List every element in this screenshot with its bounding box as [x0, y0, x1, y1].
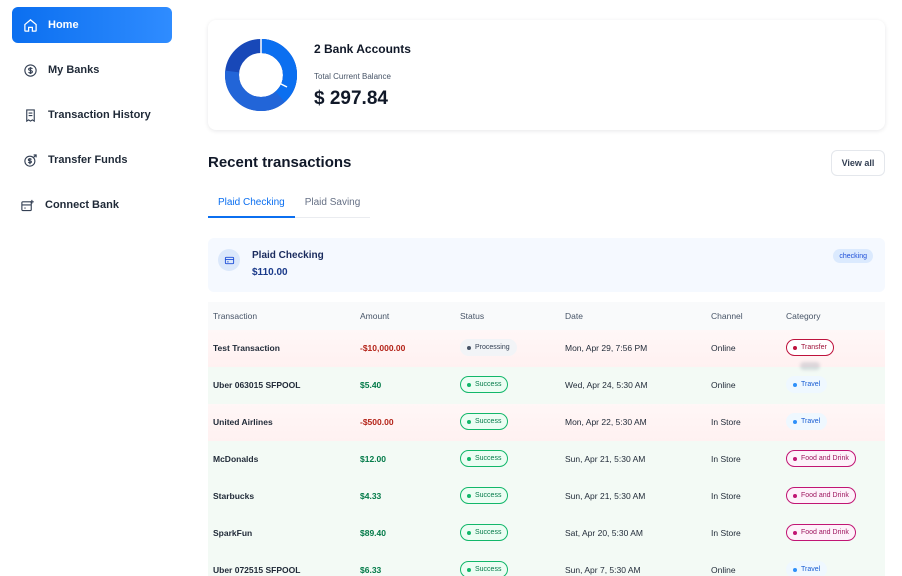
status-badge: Success: [460, 487, 509, 504]
category-badge: Travel: [786, 376, 828, 393]
header-status: Status: [460, 311, 485, 321]
transaction-amount: $89.40: [360, 528, 386, 538]
account-banner: Plaid Checking $110.00 checking: [208, 238, 885, 292]
header-date: Date: [565, 311, 583, 321]
sidebar-item-label: Connect Bank: [45, 199, 119, 211]
transaction-name: SparkFun: [213, 528, 253, 538]
transaction-amount: -$10,000.00: [360, 343, 406, 353]
recent-transactions-title: Recent transactions: [208, 154, 352, 171]
status-badge: Processing: [460, 339, 517, 356]
transaction-channel: In Store: [711, 491, 741, 501]
table-row[interactable]: Uber 072515 SFPOOL $6.33 Success Sun, Ap…: [208, 552, 885, 576]
category-badge: Food and Drink: [786, 450, 856, 467]
account-name: Plaid Checking: [252, 250, 324, 261]
table-row[interactable]: McDonalds $12.00 Success Sun, Apr 21, 5:…: [208, 441, 885, 478]
sidebar: Home My Banks Transaction History Transf…: [0, 0, 190, 576]
account-type-badge: checking: [833, 249, 873, 263]
transaction-date: Mon, Apr 22, 5:30 AM: [565, 417, 647, 427]
category-badge: Transfer: [786, 339, 834, 356]
table-header: Transaction Amount Status Date Channel C…: [208, 302, 885, 330]
transactions-table: Transaction Amount Status Date Channel C…: [208, 302, 885, 576]
transaction-channel: In Store: [711, 417, 741, 427]
transaction-channel: In Store: [711, 528, 741, 538]
table-row[interactable]: SparkFun $89.40 Success Sat, Apr 20, 5:3…: [208, 515, 885, 552]
account-tabs: Plaid Checking Plaid Saving: [208, 194, 371, 218]
transaction-date: Sun, Apr 7, 5:30 AM: [565, 565, 641, 575]
account-balance: $110.00: [252, 267, 288, 278]
sidebar-item-my-banks[interactable]: My Banks: [12, 52, 172, 88]
status-badge: Success: [460, 524, 509, 541]
connect-bank-icon: [19, 197, 35, 213]
sidebar-item-label: Transaction History: [48, 109, 151, 121]
sidebar-item-label: My Banks: [48, 64, 100, 76]
transaction-channel: Online: [711, 343, 736, 353]
transaction-date: Sun, Apr 21, 5:30 AM: [565, 491, 646, 501]
status-badge: Success: [460, 450, 509, 467]
header-channel: Channel: [711, 311, 743, 321]
receipt-icon: [22, 107, 38, 123]
transaction-channel: Online: [711, 565, 736, 575]
bank-card-icon: [218, 249, 240, 271]
transaction-date: Sun, Apr 21, 5:30 AM: [565, 454, 646, 464]
transaction-name: United Airlines: [213, 417, 273, 427]
status-badge: Success: [460, 561, 509, 576]
bank-accounts-count: 2 Bank Accounts: [314, 42, 411, 56]
status-badge: Success: [460, 376, 509, 393]
view-all-button[interactable]: View all: [831, 150, 885, 176]
category-badge: Travel: [786, 413, 828, 430]
transaction-amount: $12.00: [360, 454, 386, 464]
home-icon: [22, 17, 38, 33]
transaction-name: McDonalds: [213, 454, 259, 464]
header-amount: Amount: [360, 311, 390, 321]
total-balance-label: Total Current Balance: [314, 72, 391, 81]
sidebar-item-home[interactable]: Home: [12, 7, 172, 43]
balance-donut-chart: [225, 38, 297, 111]
header-transaction: Transaction: [213, 311, 258, 321]
transaction-channel: Online: [711, 380, 736, 390]
category-badge: Travel: [786, 561, 828, 576]
transaction-name: Uber 063015 SFPOOL: [213, 380, 301, 390]
transaction-name: Starbucks: [213, 491, 255, 501]
table-row[interactable]: Starbucks $4.33 Success Sun, Apr 21, 5:3…: [208, 478, 885, 515]
transaction-date: Sat, Apr 20, 5:30 AM: [565, 528, 643, 538]
table-row[interactable]: Test Transaction -$10,000.00 Processing …: [208, 330, 885, 367]
transaction-amount: $4.33: [360, 491, 382, 501]
sidebar-item-connect-bank[interactable]: Connect Bank: [9, 187, 169, 223]
total-balance-card: 2 Bank Accounts Total Current Balance $ …: [208, 20, 885, 130]
transaction-name: Test Transaction: [213, 343, 280, 353]
transaction-channel: In Store: [711, 454, 741, 464]
table-row[interactable]: Uber 063015 SFPOOL $5.40 Success Wed, Ap…: [208, 367, 885, 404]
table-row[interactable]: United Airlines -$500.00 Success Mon, Ap…: [208, 404, 885, 441]
tab-plaid-saving[interactable]: Plaid Saving: [295, 194, 371, 218]
status-badge: Success: [460, 413, 509, 430]
category-badge: Food and Drink: [786, 487, 856, 504]
sidebar-item-label: Home: [48, 19, 79, 31]
dollar-circle-icon: [22, 62, 38, 78]
sidebar-item-transaction-history[interactable]: Transaction History: [12, 97, 172, 133]
tab-plaid-checking[interactable]: Plaid Checking: [208, 194, 295, 218]
transaction-date: Mon, Apr 29, 7:56 PM: [565, 343, 648, 353]
transaction-amount: $6.33: [360, 565, 382, 575]
transaction-amount: $5.40: [360, 380, 382, 390]
money-send-icon: [22, 152, 38, 168]
header-category: Category: [786, 311, 821, 321]
cursor-smudge: [800, 362, 820, 370]
transaction-amount: -$500.00: [360, 417, 394, 427]
sidebar-item-label: Transfer Funds: [48, 154, 128, 166]
category-badge: Food and Drink: [786, 524, 856, 541]
transaction-date: Wed, Apr 24, 5:30 AM: [565, 380, 648, 390]
total-balance-value: $ 297.84: [314, 88, 388, 109]
sidebar-item-transfer-funds[interactable]: Transfer Funds: [12, 142, 172, 178]
transaction-name: Uber 072515 SFPOOL: [213, 565, 301, 575]
